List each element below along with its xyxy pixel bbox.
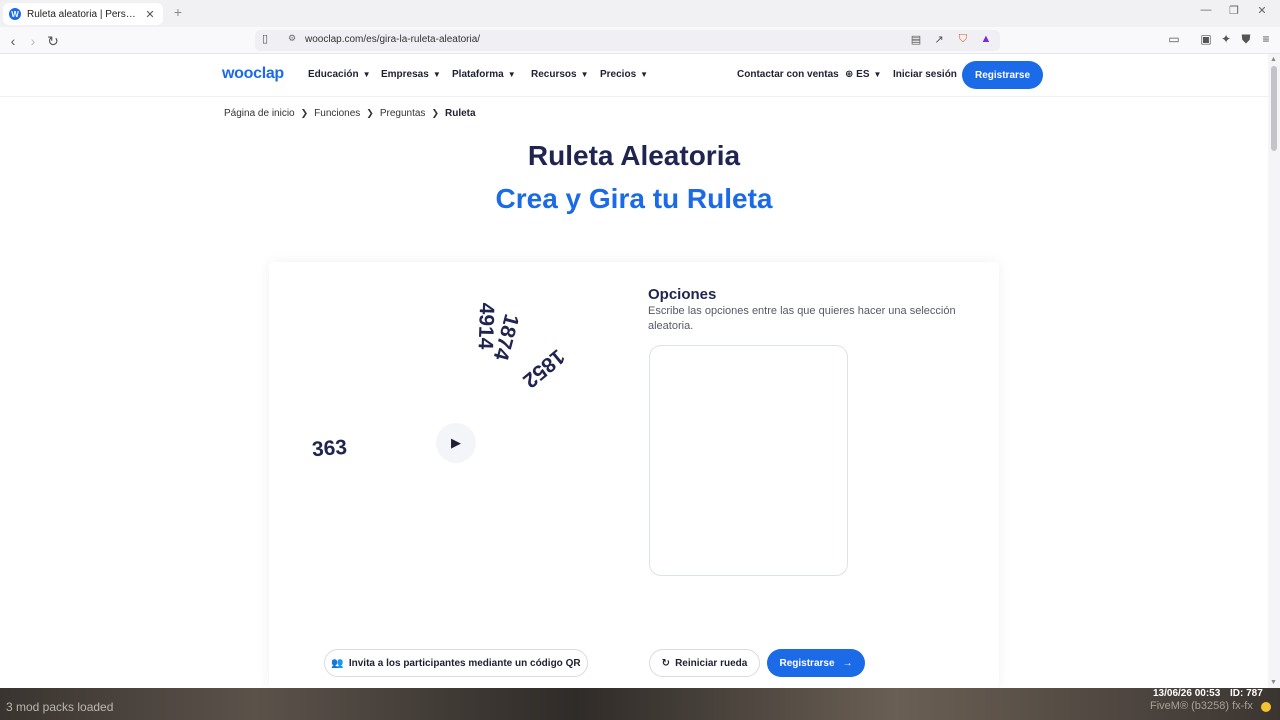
status-dot-icon bbox=[1261, 702, 1271, 712]
nav-label: Educación bbox=[308, 69, 359, 80]
new-tab-icon[interactable]: + bbox=[170, 4, 186, 20]
invite-qr-button[interactable]: 👥 Invita a los participantes mediante un … bbox=[324, 649, 588, 677]
invite-qr-label: Invita a los participantes mediante un c… bbox=[348, 657, 581, 669]
breadcrumb: Página de inicio ❯ Funciones ❯ Preguntas ❯ Rul… bbox=[224, 108, 476, 119]
address-bar[interactable]: ▯ ⚙ wooclap.com/es/gira-la-ruleta-aleato… bbox=[255, 30, 1000, 51]
chevron-down-icon: ▼ bbox=[362, 70, 371, 79]
users-icon: 👥 bbox=[331, 657, 344, 669]
nav-plataforma[interactable]: Plataforma ▼ bbox=[452, 69, 516, 80]
register-cta-label: Registrarse bbox=[779, 657, 835, 669]
url-text[interactable]: wooclap.com/es/gira-la-ruleta-aleatoria/ bbox=[305, 34, 480, 45]
site-info-icon[interactable]: ⚙ bbox=[285, 33, 299, 47]
overlay-date: 13/06/26 00:53 bbox=[1153, 688, 1221, 699]
chevron-right-icon: ❯ bbox=[431, 108, 439, 118]
breadcrumb-home[interactable]: Página de inicio bbox=[224, 108, 295, 119]
chevron-right-icon: ❯ bbox=[366, 108, 374, 118]
nav-label: Empresas bbox=[381, 69, 429, 80]
leo-ai-icon[interactable]: ✦ bbox=[1217, 32, 1235, 49]
nav-recursos[interactable]: Recursos ▼ bbox=[531, 69, 589, 80]
scroll-down-icon[interactable]: ▼ bbox=[1270, 679, 1277, 686]
site-header: wooclap Educación ▼ Empresas ▼ Plataforma ▼… bbox=[0, 54, 1268, 97]
window-close-icon[interactable]: ✕ bbox=[1252, 4, 1272, 17]
language-selector[interactable]: ⊕ ES ▼ bbox=[845, 69, 881, 80]
wallet-icon[interactable]: ▣ bbox=[1197, 32, 1215, 49]
nav-empresas[interactable]: Empresas ▼ bbox=[381, 69, 441, 80]
chevron-down-icon: ▼ bbox=[640, 70, 649, 79]
options-title: Opciones bbox=[648, 286, 717, 303]
nav-precios[interactable]: Precios ▼ bbox=[600, 69, 648, 80]
reader-view-icon[interactable]: ▤ bbox=[908, 33, 924, 48]
scroll-thumb[interactable] bbox=[1271, 66, 1277, 151]
wooclap-favicon-icon: W bbox=[9, 8, 21, 20]
arrow-right-icon: → bbox=[842, 657, 853, 669]
close-tab-icon[interactable]: ✕ bbox=[143, 8, 157, 21]
page-subtitle: Crea y Gira tu Ruleta bbox=[495, 183, 773, 214]
nav-label: Plataforma bbox=[452, 69, 504, 80]
breadcrumb-preguntas[interactable]: Preguntas bbox=[380, 108, 426, 119]
overlay-build: FiveM® (b3258) fx-fx bbox=[1150, 700, 1253, 712]
options-textarea[interactable] bbox=[649, 345, 848, 576]
vpn-icon[interactable]: ⛊ bbox=[1237, 32, 1255, 49]
register-cta-button[interactable]: Registrarse → bbox=[767, 649, 865, 677]
wheel-label: 363 bbox=[311, 435, 348, 462]
sidebar-icon[interactable]: ▭ bbox=[1165, 32, 1183, 49]
spin-play-button[interactable]: ▶ bbox=[436, 423, 476, 463]
play-icon: ▶ bbox=[451, 435, 461, 450]
share-icon[interactable]: ↗ bbox=[931, 33, 947, 48]
mod-packs-status: 3 mod packs loaded bbox=[6, 700, 114, 714]
chevron-down-icon: ▼ bbox=[432, 70, 441, 79]
nav-educacion[interactable]: Educación ▼ bbox=[308, 69, 371, 80]
page-scrollbar[interactable]: ▲ ▼ bbox=[1268, 54, 1280, 688]
register-button[interactable]: Registrarse bbox=[962, 61, 1043, 89]
menu-icon[interactable]: ≡ bbox=[1257, 32, 1275, 49]
chevron-down-icon: ▼ bbox=[873, 70, 882, 79]
refresh-icon: ↻ bbox=[661, 657, 671, 669]
wooclap-logo[interactable]: wooclap bbox=[222, 65, 284, 83]
rewards-icon[interactable]: ▲ bbox=[978, 33, 994, 48]
browser-navbar: ‹ › ↻ ▯ ⚙ wooclap.com/es/gira-la-ruleta-… bbox=[0, 27, 1280, 54]
browser-tabbar: W Ruleta aleatoria | Personaliza y gira … bbox=[0, 0, 1280, 27]
back-icon[interactable]: ‹ bbox=[3, 31, 23, 51]
login-link[interactable]: Iniciar sesión bbox=[893, 69, 957, 80]
globe-icon: ⊕ bbox=[845, 69, 854, 80]
breadcrumb-funciones[interactable]: Funciones bbox=[314, 108, 360, 119]
overlay-id: ID: 787 bbox=[1230, 688, 1263, 699]
reset-wheel-button[interactable]: ↻ Reiniciar rueda bbox=[649, 649, 760, 677]
language-label: ES bbox=[856, 69, 870, 80]
reload-icon[interactable]: ↻ bbox=[43, 31, 63, 51]
minimize-icon[interactable]: — bbox=[1196, 4, 1216, 16]
options-description: Escribe las opciones entre las que quier… bbox=[648, 305, 956, 332]
game-overlay: 3 mod packs loaded 13/06/26 00:53 ID: 78… bbox=[0, 688, 1280, 720]
nav-label: Precios bbox=[600, 69, 637, 80]
chevron-right-icon: ❯ bbox=[300, 108, 309, 118]
chevron-down-icon: ▼ bbox=[507, 70, 516, 79]
contact-sales-link[interactable]: Contactar con ventas bbox=[737, 69, 839, 80]
reset-label: Reiniciar rueda bbox=[675, 657, 748, 669]
restore-icon[interactable]: ❐ bbox=[1224, 4, 1244, 17]
bookmark-icon[interactable]: ▯ bbox=[257, 32, 273, 48]
tab-title: Ruleta aleatoria | Personaliza y gira tu… bbox=[27, 8, 139, 20]
scroll-up-icon[interactable]: ▲ bbox=[1270, 56, 1277, 63]
browser-tab[interactable]: W Ruleta aleatoria | Personaliza y gira … bbox=[3, 3, 163, 25]
forward-icon[interactable]: › bbox=[23, 31, 43, 51]
nav-label: Recursos bbox=[531, 69, 577, 80]
breadcrumb-current: Ruleta bbox=[444, 108, 476, 119]
chevron-down-icon: ▼ bbox=[580, 70, 589, 79]
brave-shield-icon[interactable]: ⛉ bbox=[955, 33, 971, 48]
page-title: Ruleta Aleatoria bbox=[527, 140, 741, 171]
